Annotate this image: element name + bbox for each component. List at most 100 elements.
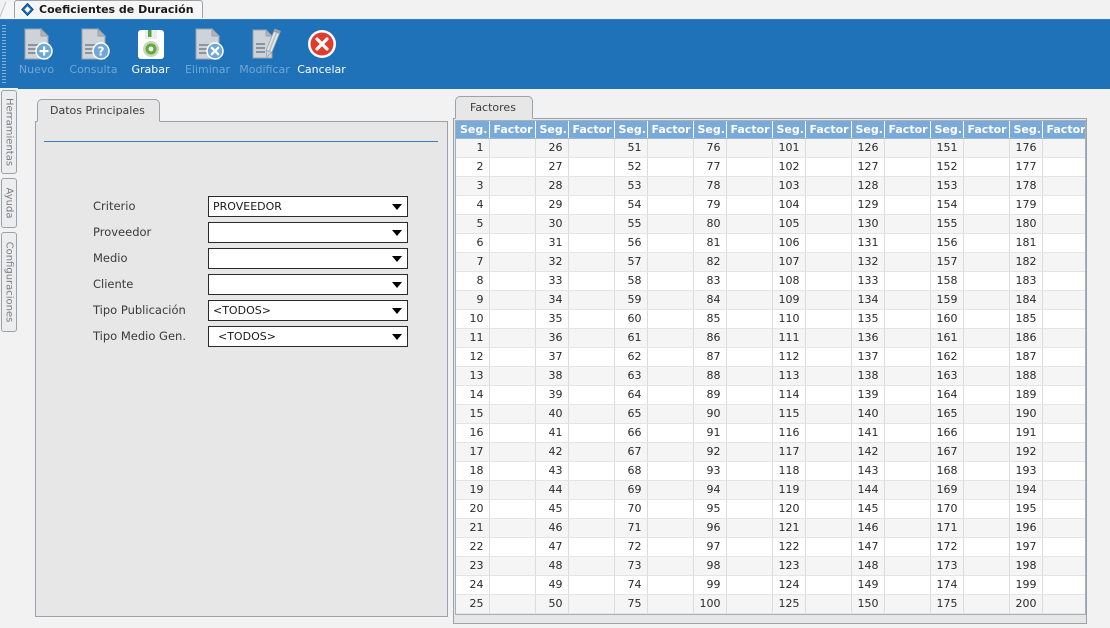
cell-factor[interactable] [963,328,1009,347]
column-header-factor[interactable]: Factor [1042,121,1086,138]
cell-factor[interactable] [963,290,1009,309]
cell-factor[interactable] [568,138,614,157]
cell-factor[interactable] [805,442,851,461]
cell-factor[interactable] [884,423,930,442]
eliminar-button[interactable]: Eliminar [179,22,236,86]
cell-factor[interactable] [726,461,772,480]
cell-factor[interactable] [805,556,851,575]
table-row[interactable]: 20457095120145170195 [456,499,1086,518]
cell-factor[interactable] [1042,290,1086,309]
cell-factor[interactable] [726,499,772,518]
cell-factor[interactable] [647,594,693,613]
cell-factor[interactable] [568,176,614,195]
table-row[interactable]: 14396489114139164189 [456,385,1086,404]
cell-factor[interactable] [884,442,930,461]
cell-factor[interactable] [647,214,693,233]
cell-factor[interactable] [1042,328,1086,347]
cell-factor[interactable] [489,328,535,347]
cell-factor[interactable] [726,423,772,442]
cell-factor[interactable] [489,423,535,442]
cell-factor[interactable] [963,442,1009,461]
cell-factor[interactable] [1042,575,1086,594]
cell-factor[interactable] [647,518,693,537]
cell-factor[interactable] [884,404,930,423]
cell-factor[interactable] [489,537,535,556]
cell-factor[interactable] [647,252,693,271]
criterio-combobox[interactable]: PROVEEDOR [208,196,408,217]
cell-factor[interactable] [647,385,693,404]
cell-factor[interactable] [726,290,772,309]
table-row[interactable]: 12376287112137162187 [456,347,1086,366]
proveedor-combobox[interactable] [208,222,408,243]
cell-factor[interactable] [1042,271,1086,290]
table-row[interactable]: 18436893118143168193 [456,461,1086,480]
cell-factor[interactable] [963,157,1009,176]
cell-factor[interactable] [884,385,930,404]
cell-factor[interactable] [568,594,614,613]
cell-factor[interactable] [884,347,930,366]
cell-factor[interactable] [884,195,930,214]
cell-factor[interactable] [489,290,535,309]
cell-factor[interactable] [805,499,851,518]
cell-factor[interactable] [805,385,851,404]
cell-factor[interactable] [884,499,930,518]
tab-datos-principales[interactable]: Datos Principales [37,99,160,122]
cell-factor[interactable] [1042,518,1086,537]
grabar-button[interactable]: Grabar [122,22,179,86]
cell-factor[interactable] [726,252,772,271]
cell-factor[interactable] [726,309,772,328]
cell-factor[interactable] [1042,309,1086,328]
cell-factor[interactable] [884,556,930,575]
sidebar-item-herramientas[interactable]: Herramientas [1,90,17,174]
table-row[interactable]: 255075100125150175200 [456,594,1086,613]
cell-factor[interactable] [805,252,851,271]
cell-factor[interactable] [805,480,851,499]
table-row[interactable]: 3285378103128153178 [456,176,1086,195]
cell-factor[interactable] [568,328,614,347]
cell-factor[interactable] [963,309,1009,328]
cell-factor[interactable] [568,233,614,252]
cell-factor[interactable] [805,423,851,442]
cell-factor[interactable] [489,252,535,271]
table-row[interactable]: 7325782107132157182 [456,252,1086,271]
cell-factor[interactable] [884,309,930,328]
column-header-seg[interactable]: Seg. [1009,121,1042,138]
cell-factor[interactable] [726,138,772,157]
cell-factor[interactable] [884,575,930,594]
cell-factor[interactable] [726,328,772,347]
cell-factor[interactable] [963,594,1009,613]
cell-factor[interactable] [884,271,930,290]
cell-factor[interactable] [963,214,1009,233]
cell-factor[interactable] [647,423,693,442]
cell-factor[interactable] [1042,404,1086,423]
cell-factor[interactable] [1042,499,1086,518]
tipo-medio-gen-combobox[interactable]: <TODOS> [208,326,408,347]
cell-factor[interactable] [568,480,614,499]
cell-factor[interactable] [963,461,1009,480]
toolbar-drag-handle[interactable] [2,25,6,83]
cell-factor[interactable] [489,309,535,328]
cell-factor[interactable] [884,537,930,556]
cell-factor[interactable] [647,271,693,290]
table-row[interactable]: 8335883108133158183 [456,271,1086,290]
cell-factor[interactable] [1042,347,1086,366]
cell-factor[interactable] [489,385,535,404]
table-row[interactable]: 13386388113138163188 [456,366,1086,385]
column-header-factor[interactable]: Factor [489,121,535,138]
cell-factor[interactable] [568,157,614,176]
cell-factor[interactable] [805,594,851,613]
cell-factor[interactable] [568,518,614,537]
table-row[interactable]: 6315681106131156181 [456,233,1086,252]
column-header-seg[interactable]: Seg. [851,121,884,138]
table-row[interactable]: 23487398123148173198 [456,556,1086,575]
cell-factor[interactable] [726,347,772,366]
cell-factor[interactable] [489,233,535,252]
cell-factor[interactable] [884,480,930,499]
cell-factor[interactable] [726,366,772,385]
cell-factor[interactable] [884,518,930,537]
cell-factor[interactable] [884,366,930,385]
cell-factor[interactable] [726,404,772,423]
table-row[interactable]: 10356085110135160185 [456,309,1086,328]
column-header-factor[interactable]: Factor [568,121,614,138]
cell-factor[interactable] [647,366,693,385]
